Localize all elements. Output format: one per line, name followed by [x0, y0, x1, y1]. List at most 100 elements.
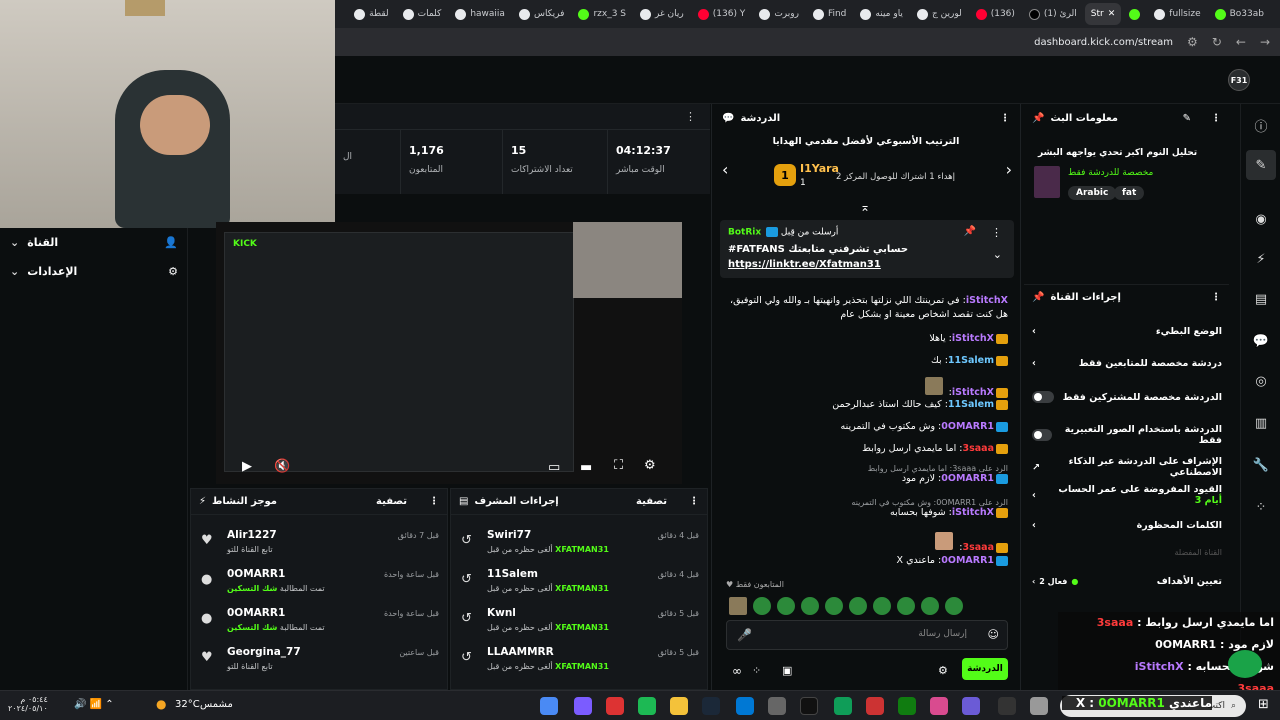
- more-options-icon[interactable]: ⋮: [1211, 113, 1221, 124]
- browser-tab[interactable]: (136) Y: [692, 3, 752, 25]
- tiktok-icon[interactable]: [800, 697, 818, 715]
- emote-button[interactable]: [729, 597, 747, 615]
- pinned-link[interactable]: https://linktr.ee/Xfatman31: [728, 259, 881, 270]
- channel-action-row[interactable]: الدردشة باستخدام الصور التعبيرية فقط: [1032, 424, 1222, 446]
- emote-button[interactable]: [753, 597, 771, 615]
- avatar[interactable]: F31: [1228, 69, 1250, 91]
- emote-button[interactable]: [921, 597, 939, 615]
- file-explorer-icon[interactable]: [670, 697, 688, 715]
- emoji-icon[interactable]: ☺: [988, 628, 999, 641]
- emote-button[interactable]: [873, 597, 891, 615]
- browser-tab[interactable]: فريكاس: [513, 3, 570, 25]
- broadcast-icon[interactable]: ◎: [1246, 366, 1276, 396]
- more-options-icon[interactable]: ⋮: [991, 226, 1002, 239]
- subscribers-only-toggle[interactable]: [1032, 391, 1054, 403]
- channel-action-row[interactable]: القيود المفروضة على عمر الحساب أيام 3 ›: [1032, 484, 1222, 506]
- xbox-icon[interactable]: [898, 697, 916, 715]
- emote-button[interactable]: [825, 597, 843, 615]
- emote-button[interactable]: [801, 597, 819, 615]
- steam-icon[interactable]: [702, 697, 720, 715]
- app-icon[interactable]: [866, 697, 884, 715]
- fullscreen-icon[interactable]: ⛶: [614, 458, 623, 473]
- browser-tab[interactable]: Find: [807, 3, 852, 25]
- miniplayer-icon[interactable]: ▭: [548, 460, 560, 475]
- more-options-icon[interactable]: ⋮: [1000, 113, 1010, 124]
- channel-action-row[interactable]: الدردشة مخصصة للمشتركين فقط: [1032, 391, 1222, 403]
- chevron-left-icon[interactable]: ‹: [722, 160, 728, 179]
- channel-action-row[interactable]: دردشة مخصصة للمتابعين فقط ›: [1032, 358, 1222, 369]
- more-options-icon[interactable]: ⋮: [429, 496, 439, 507]
- emote-button[interactable]: [897, 597, 915, 615]
- browser-tab-active[interactable]: Str ✕: [1084, 3, 1122, 25]
- app-icon[interactable]: [574, 697, 592, 715]
- gear-icon[interactable]: ⚙: [938, 664, 948, 677]
- back-icon[interactable]: ←: [1236, 35, 1246, 49]
- leader-name[interactable]: I1Yara: [800, 162, 839, 175]
- obs-icon[interactable]: [606, 697, 624, 715]
- category-name[interactable]: مخصصة للدردشة فقط: [1068, 168, 1153, 178]
- more-options-icon[interactable]: ⋮: [689, 496, 699, 507]
- more-options-icon[interactable]: ⋮: [685, 110, 696, 123]
- dots-icon[interactable]: ⁘: [752, 664, 761, 677]
- forward-icon[interactable]: →: [1260, 35, 1270, 49]
- chat-icon[interactable]: 💬: [1246, 326, 1276, 356]
- emote-button[interactable]: [849, 597, 867, 615]
- dots-icon[interactable]: ⁘: [1246, 492, 1276, 522]
- store-icon[interactable]: [768, 697, 786, 715]
- outlook-icon[interactable]: [736, 697, 754, 715]
- browser-tab[interactable]: rzx_3 S: [572, 3, 632, 25]
- sidebar-item-settings[interactable]: ⌄ الإعدادات ⚙: [10, 259, 178, 283]
- filter-button[interactable]: تصفية: [376, 496, 407, 507]
- browser-tab[interactable]: ريان غر: [634, 3, 690, 25]
- browser-tab[interactable]: لورين ج: [911, 3, 968, 25]
- system-tray-icons[interactable]: 🔊 📶 ⌃: [74, 699, 114, 710]
- play-icon[interactable]: ▶: [242, 459, 252, 474]
- collapse-icon[interactable]: ⌅: [860, 200, 870, 214]
- edit-icon[interactable]: ✎: [1246, 150, 1276, 180]
- channel-action-row[interactable]: تعيين الأهداف ● فعال 2 ›: [1032, 576, 1222, 587]
- chevron-down-icon[interactable]: ⌄: [993, 248, 1002, 261]
- lightning-icon[interactable]: ⚡: [1246, 244, 1276, 274]
- browser-tab[interactable]: (1) الرئ: [1023, 3, 1083, 25]
- pin-icon[interactable]: 📌: [964, 226, 976, 237]
- reload-icon[interactable]: ↻: [1212, 35, 1222, 49]
- browser-tab[interactable]: ياو مينه: [854, 3, 909, 25]
- camera-icon[interactable]: ◉: [1246, 204, 1276, 234]
- emote-button[interactable]: [945, 597, 963, 615]
- browser-tab[interactable]: روبرت: [753, 3, 805, 25]
- browser-tab[interactable]: fullsize: [1148, 3, 1206, 25]
- info-icon[interactable]: ⓘ: [1246, 110, 1276, 140]
- chrome-icon[interactable]: [540, 697, 558, 715]
- channel-action-row[interactable]: الإشراف على الدردشة عبر الذكاء الاصطناعي…: [1032, 456, 1222, 478]
- browser-tab[interactable]: Bo33ab: [1209, 3, 1270, 25]
- chevron-right-icon[interactable]: ›: [1006, 160, 1012, 179]
- spotify-icon[interactable]: [638, 697, 656, 715]
- channel-action-row[interactable]: الكلمات المحظورة ›: [1032, 520, 1222, 531]
- channel-action-row[interactable]: الوضع البطيء ›: [1032, 326, 1222, 337]
- store-icon[interactable]: ▣: [782, 664, 792, 677]
- wrench-icon[interactable]: 🔧: [1246, 450, 1276, 480]
- browser-tab[interactable]: كلمات: [397, 3, 448, 25]
- clipboard-icon[interactable]: ▤: [1246, 284, 1276, 314]
- chat-input[interactable]: 🎤 إرسال رسالة ☺: [726, 620, 1008, 650]
- browser-tab[interactable]: لقطة: [348, 3, 395, 25]
- site-settings-icon[interactable]: ⚙: [1187, 35, 1198, 49]
- microphone-icon[interactable]: 🎤: [737, 628, 752, 642]
- layout-icon[interactable]: ▥: [1246, 408, 1276, 438]
- task-view-icon[interactable]: [998, 697, 1016, 715]
- browser-tab[interactable]: (136): [970, 3, 1021, 25]
- theater-icon[interactable]: ▬: [580, 460, 592, 475]
- edge-icon[interactable]: [834, 697, 852, 715]
- close-tab-icon[interactable]: ✕: [1108, 9, 1116, 19]
- emote-only-toggle[interactable]: [1032, 429, 1053, 441]
- sidebar-item-channel[interactable]: ⌄ القناة 👤: [10, 230, 178, 254]
- app-icon[interactable]: [962, 697, 980, 715]
- browser-tab[interactable]: [1123, 3, 1146, 25]
- emote-button[interactable]: [777, 597, 795, 615]
- gear-icon[interactable]: ⚙: [644, 458, 656, 473]
- mute-icon[interactable]: 🔇: [274, 459, 290, 474]
- more-options-icon[interactable]: ⋮: [1211, 292, 1221, 303]
- photos-icon[interactable]: [930, 697, 948, 715]
- infinity-icon[interactable]: ∞: [732, 664, 742, 678]
- start-icon[interactable]: ⊞: [1258, 697, 1269, 712]
